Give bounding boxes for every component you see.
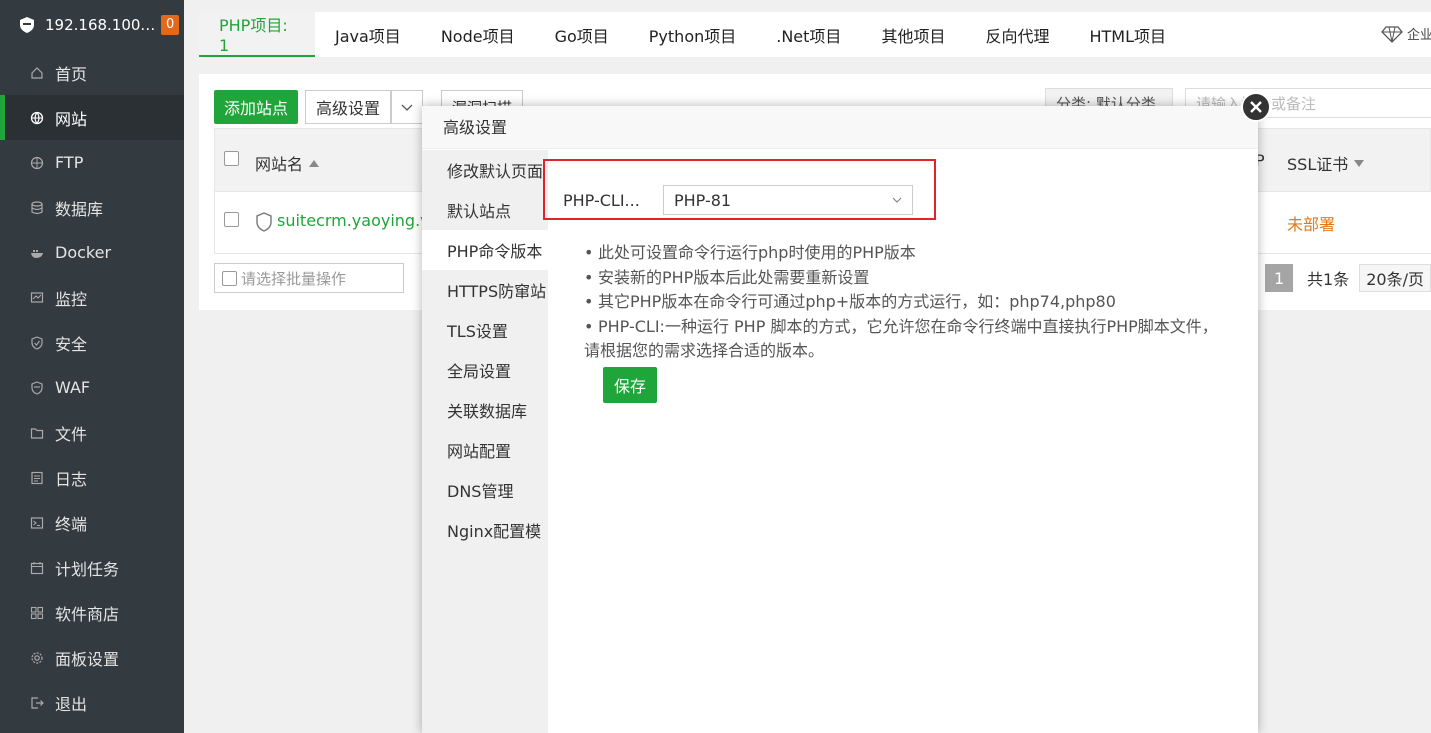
nav-dns-management[interactable]: DNS管理 [422,470,548,510]
php-cli-select[interactable]: PHP-81 [663,185,913,215]
nav-php-cli-version[interactable]: PHP命令版本 [422,230,548,270]
tip-item: PHP-CLI:一种运行 PHP 脚本的方式，它允许您在命令行终端中直接执行PH… [584,315,1224,364]
tip-item: 其它PHP版本在命令行可通过php+版本的方式运行，如：php74,php80 [584,290,1224,315]
nav-linked-database[interactable]: 关联数据库 [422,390,548,430]
modal-nav: 修改默认页面 默认站点 PHP命令版本 HTTPS防窜站 TLS设置 全局设置 … [422,150,548,733]
tip-item: 安装新的PHP版本后此处需要重新设置 [584,266,1224,291]
close-icon [1250,101,1262,113]
tips-list: 此处可设置命令行运行php时使用的PHP版本 安装新的PHP版本后此处需要重新设… [584,241,1224,364]
save-button[interactable]: 保存 [603,367,657,403]
nav-global-settings[interactable]: 全局设置 [422,350,548,390]
modal-title: 高级设置 [422,106,1258,149]
tip-item: 此处可设置命令行运行php时使用的PHP版本 [584,241,1224,266]
close-button[interactable] [1241,92,1271,122]
nav-https-anti-hijack[interactable]: HTTPS防窜站 [422,270,548,310]
nav-default-page[interactable]: 修改默认页面 [422,150,548,190]
advanced-settings-modal: 高级设置 修改默认页面 默认站点 PHP命令版本 HTTPS防窜站 TLS设置 … [422,106,1258,733]
php-cli-label: PHP-CLI... [563,191,640,210]
nav-site-config[interactable]: 网站配置 [422,430,548,470]
modal-body: PHP-CLI... PHP-81 此处可设置命令行运行php时使用的PHP版本… [543,150,1258,733]
nav-default-site[interactable]: 默认站点 [422,190,548,230]
nav-nginx-template[interactable]: Nginx配置模 [422,510,548,550]
chevron-down-icon [892,197,902,203]
nav-tls-settings[interactable]: TLS设置 [422,310,548,350]
php-cli-value: PHP-81 [674,190,732,210]
